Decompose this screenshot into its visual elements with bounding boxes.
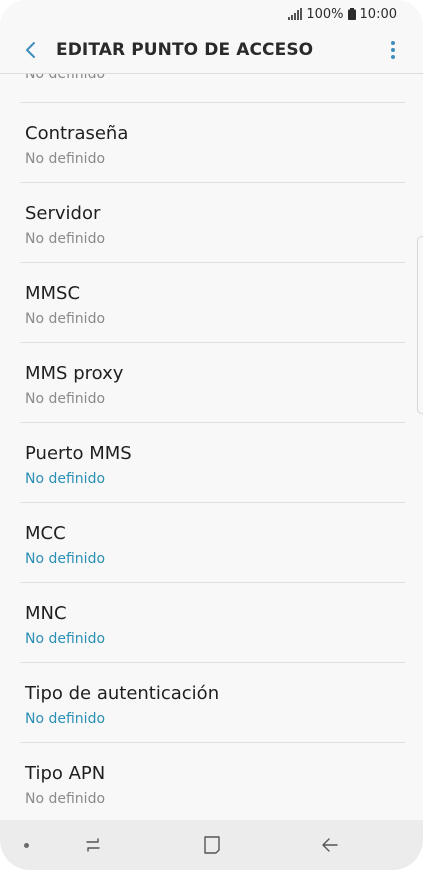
back-arrow-icon <box>322 838 338 852</box>
list-item-mms-proxy[interactable]: MMS proxy No definido <box>0 343 423 423</box>
item-label: Puerto MMS <box>25 443 132 464</box>
battery-icon <box>347 8 356 20</box>
item-label: MCC <box>25 523 66 544</box>
status-bar: 100% 10:00 <box>0 0 423 28</box>
navigation-bar <box>0 820 423 870</box>
back-button[interactable] <box>10 30 50 70</box>
item-label: Servidor <box>25 203 101 224</box>
home-icon <box>204 836 220 854</box>
phone-screen: 100% 10:00 EDITAR PUNTO DE ACCESO No def… <box>0 0 423 870</box>
nav-dot-indicator <box>24 843 29 848</box>
item-label: Contraseña <box>25 123 129 144</box>
partial-item-value: No definido <box>25 74 106 82</box>
item-value: No definido <box>25 311 106 327</box>
battery-percent: 100% <box>306 6 344 22</box>
item-label: MMS proxy <box>25 363 124 384</box>
item-label: MNC <box>25 603 67 624</box>
item-value: No definido <box>25 231 106 247</box>
item-label: Tipo APN <box>25 763 106 784</box>
list-item-tipo-apn[interactable]: Tipo APN No definido <box>0 743 423 820</box>
item-value: No definido <box>25 551 106 567</box>
page-title: EDITAR PUNTO DE ACCESO <box>56 40 314 60</box>
list-item-mnc[interactable]: MNC No definido <box>0 583 423 663</box>
clock: 10:00 <box>359 6 397 22</box>
recents-icon <box>86 838 100 852</box>
back-nav-button[interactable] <box>315 830 345 860</box>
list-item-contrasena[interactable]: Contraseña No definido <box>0 103 423 183</box>
item-value: No definido <box>25 791 106 807</box>
item-label: MMSC <box>25 283 81 304</box>
app-bar: EDITAR PUNTO DE ACCESO <box>0 28 423 72</box>
list-item-mcc[interactable]: MCC No definido <box>0 503 423 583</box>
recents-button[interactable] <box>78 830 108 860</box>
item-value: No definido <box>25 631 106 647</box>
item-label: Tipo de autenticación <box>25 683 220 704</box>
item-value: No definido <box>25 471 106 487</box>
item-value: No definido <box>25 391 106 407</box>
list-item-tipo-autenticacion[interactable]: Tipo de autenticación No definido <box>0 663 423 743</box>
item-value: No definido <box>25 151 106 167</box>
home-button[interactable] <box>197 830 227 860</box>
chevron-left-icon <box>26 42 35 58</box>
signal-icon <box>288 8 303 20</box>
list-item-mmsc[interactable]: MMSC No definido <box>0 263 423 343</box>
scroll-indicator[interactable] <box>417 236 423 414</box>
item-value: No definido <box>25 711 106 727</box>
more-vertical-icon <box>391 41 395 59</box>
settings-list[interactable]: No definido Contraseña No definido Servi… <box>0 74 423 820</box>
list-item-servidor[interactable]: Servidor No definido <box>0 183 423 263</box>
list-item-puerto-mms[interactable]: Puerto MMS No definido <box>0 423 423 503</box>
more-options-button[interactable] <box>381 30 405 70</box>
